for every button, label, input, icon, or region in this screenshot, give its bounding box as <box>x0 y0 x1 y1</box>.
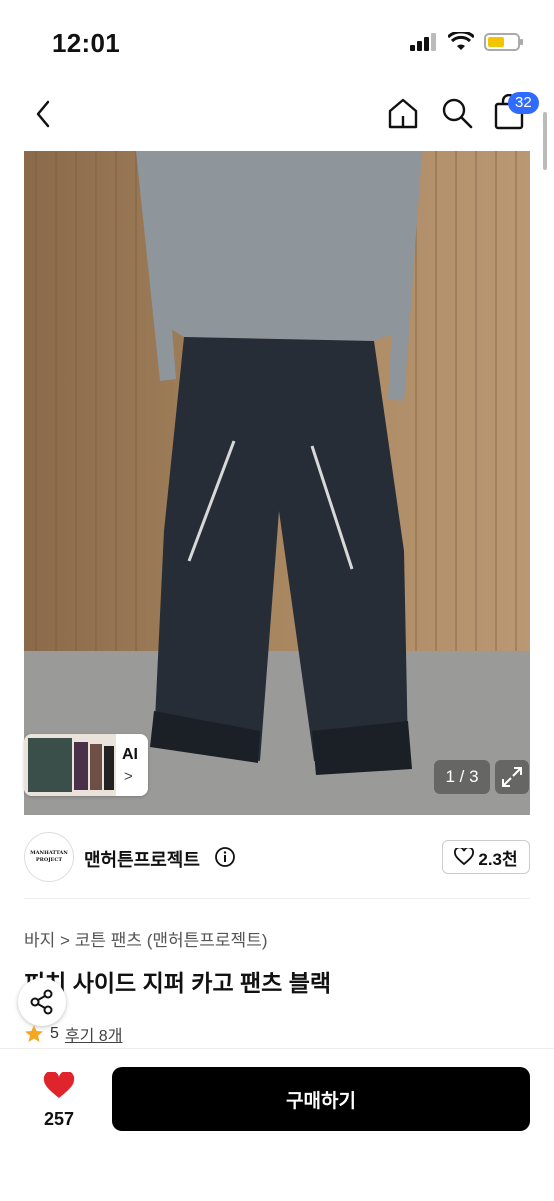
rating-row: 5 후기 8개 <box>24 1022 122 1046</box>
divider <box>24 898 530 899</box>
scrollbar[interactable] <box>543 112 547 170</box>
home-icon[interactable] <box>386 96 420 130</box>
expand-icon <box>502 767 522 787</box>
buy-button[interactable]: 구매하기 <box>112 1067 530 1131</box>
wifi-icon <box>448 32 474 50</box>
search-icon[interactable] <box>440 96 474 130</box>
breadcrumb-separator: > <box>60 931 70 950</box>
status-time: 12:01 <box>52 28 120 58</box>
cart-count-badge: 32 <box>508 92 539 114</box>
breadcrumb: 바지 > 코튼 팬츠 (맨허튼프로젝트) <box>24 926 268 951</box>
brand-name[interactable]: 맨허튼프로젝트 <box>84 846 200 872</box>
brand-logo[interactable]: MANHATTAN PROJECT <box>24 832 74 882</box>
product-image[interactable] <box>24 151 530 815</box>
brand-row: MANHATTAN PROJECT 맨허튼프로젝트 2.3천 <box>24 832 530 884</box>
ai-thumbnail-card[interactable]: AI > <box>24 734 148 796</box>
wishlist-button[interactable]: 257 <box>30 1070 88 1130</box>
brand-like-count: 2.3천 <box>478 849 518 869</box>
star-icon <box>25 1025 43 1042</box>
brand-logo-text-1: MANHATTAN <box>30 850 68 856</box>
breadcrumb-subcategory[interactable]: 코튼 팬츠 (맨허튼프로젝트) <box>75 931 268 950</box>
back-chevron-icon[interactable] <box>30 96 58 132</box>
product-photo <box>24 151 530 815</box>
brand-like-button[interactable]: 2.3천 <box>442 840 530 874</box>
signal-icon <box>410 33 436 51</box>
battery-icon <box>484 33 523 51</box>
share-icon <box>30 989 53 1015</box>
thumbnail-strip <box>24 734 116 796</box>
wishlist-count: 257 <box>43 1109 75 1129</box>
heart-outline-icon <box>454 848 475 866</box>
brand-logo-text-2: PROJECT <box>35 857 63 863</box>
breadcrumb-category[interactable]: 바지 <box>24 931 55 950</box>
top-nav <box>0 84 554 144</box>
rating-value: 5 <box>50 1025 59 1042</box>
status-icons <box>410 32 524 52</box>
status-bar: 12:01 <box>0 0 554 88</box>
image-counter: 1 / 3 <box>434 760 490 794</box>
share-button[interactable] <box>18 978 66 1026</box>
expand-button[interactable] <box>495 760 529 794</box>
ai-chevron-icon: > <box>124 768 133 785</box>
info-icon[interactable] <box>214 846 236 868</box>
heart-filled-icon <box>43 1070 75 1098</box>
review-count-link[interactable]: 후기 8개 <box>65 1022 123 1046</box>
product-title: 피치 사이드 지퍼 카고 팬츠 블랙 <box>24 970 332 996</box>
ai-label: AI <box>122 746 138 763</box>
